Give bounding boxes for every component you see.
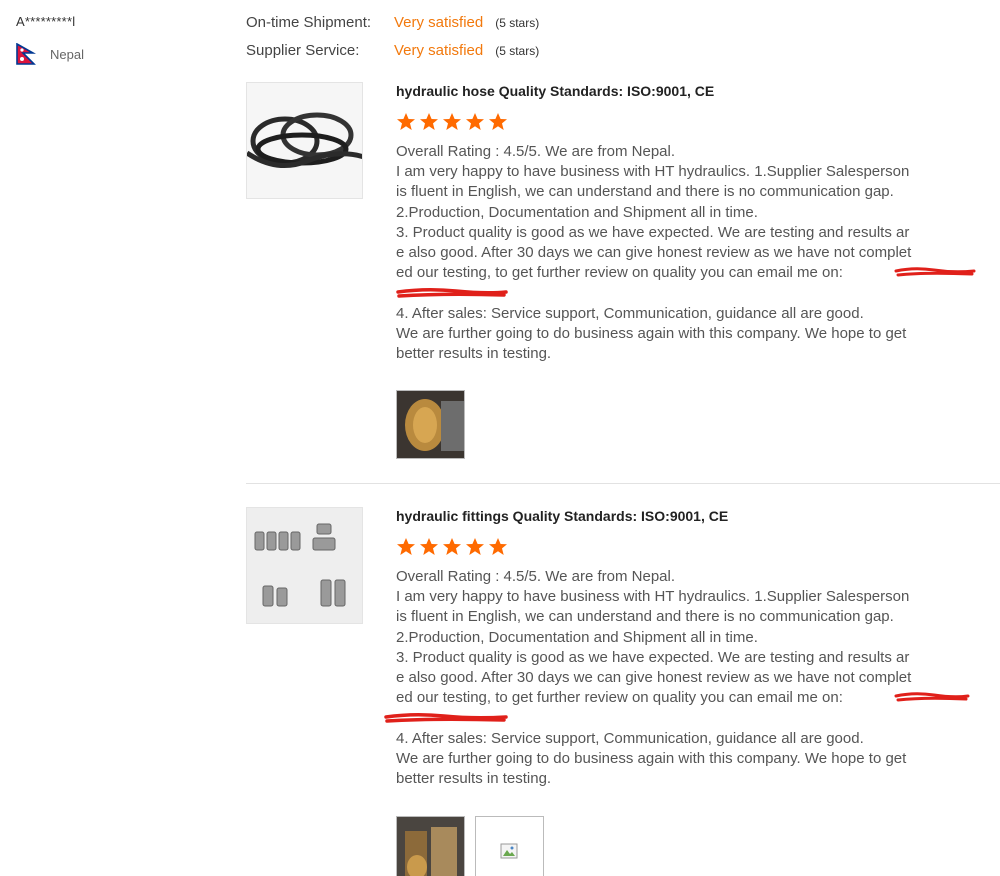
reviewer-info: A*********l Nepal [16,14,216,65]
review-line: I am very happy to have business with HT… [396,588,910,606]
star-icon [420,113,438,130]
star-icon [443,538,461,555]
supplier-service-row: Supplier Service: Very satisfied (5 star… [246,42,646,59]
review-line: 2.Production, Documentation and Shipment… [396,203,758,221]
star-icon [397,538,415,555]
review-photos [396,390,465,459]
star-icon [443,113,461,130]
broken-image-icon [500,843,518,859]
review-line: e also good. After 30 days we can give h… [396,244,912,262]
star-icon [397,113,415,130]
reviewer-name: A*********l [16,14,76,29]
photo-image [397,817,464,876]
review-divider [246,483,1000,484]
review-line: e also good. After 30 days we can give h… [396,669,912,687]
review-line: 3. Product quality is good as we have ex… [396,223,910,241]
review-photo[interactable] [475,816,544,876]
review-stars [396,537,971,557]
review-content: hydraulic fittings Quality Standards: IS… [384,507,971,789]
product-thumbnail[interactable] [246,507,363,624]
review-line: better results in testing. [396,770,552,788]
review-line: is fluent in English, we can understand … [396,608,894,626]
sat-stars: (5 stars) [495,44,540,58]
review-line: We are further going to do business agai… [396,749,907,767]
review-line-text: ed our testing, to get further review on… [396,689,843,707]
review-line: ed our testing, to get further review on… [396,688,971,708]
fittings-image [247,508,362,623]
redaction-scribble [384,713,508,724]
review-body: Overall Rating : 4.5/5. We are from Nepa… [384,567,971,789]
review-line: 3. Product quality is good as we have ex… [396,648,910,666]
nepal-flag-icon [16,43,36,65]
photo-image [397,391,464,458]
star-icon [466,113,484,130]
review-line: Overall Rating : 4.5/5. We are from Nepa… [396,143,676,160]
review-photos [396,816,544,876]
star-icon [489,538,507,555]
review-line: ed our testing, to get further review on… [396,263,976,283]
review-line: Overall Rating : 4.5/5. We are from Nepa… [396,568,676,585]
redaction-scribble [894,267,976,277]
review-line: I am very happy to have business with HT… [396,163,910,181]
star-icon [489,113,507,130]
sat-stars: (5 stars) [495,16,540,30]
redacted-line [396,283,971,303]
on-time-shipment-row: On-time Shipment: Very satisfied (5 star… [246,14,646,31]
review-line: 2.Production, Documentation and Shipment… [396,628,758,646]
review-line: is fluent in English, we can understand … [396,183,894,201]
review-line: 4. After sales: Service support, Communi… [396,304,864,322]
review-line: 4. After sales: Service support, Communi… [396,729,864,747]
sat-label: Supplier Service: [246,42,360,59]
sat-label: On-time Shipment: [246,14,372,31]
country-name: Nepal [50,46,84,62]
review-line-text: ed our testing, to get further review on… [396,264,843,282]
reviewer-country: Nepal [16,43,216,65]
sat-value: Very satisfied [394,14,484,31]
review-photo[interactable] [396,816,465,876]
review-line: We are further going to do business agai… [396,324,907,342]
review-title[interactable]: hydraulic fittings Quality Standards: IS… [396,507,971,525]
hose-image [247,83,362,198]
review-title[interactable]: hydraulic hose Quality Standards: ISO:90… [396,82,971,100]
redaction-scribble [396,288,508,299]
review-photo[interactable] [396,390,465,459]
review-stars [396,112,971,132]
star-icon [420,538,438,555]
sat-value: Very satisfied [394,42,484,59]
redaction-scribble [894,692,970,702]
review-body: Overall Rating : 4.5/5. We are from Nepa… [396,142,976,364]
product-thumbnail[interactable] [246,82,363,199]
review-line: better results in testing. [396,345,552,363]
redacted-line [384,708,971,728]
star-icon [466,538,484,555]
review-content: hydraulic hose Quality Standards: ISO:90… [396,82,976,364]
